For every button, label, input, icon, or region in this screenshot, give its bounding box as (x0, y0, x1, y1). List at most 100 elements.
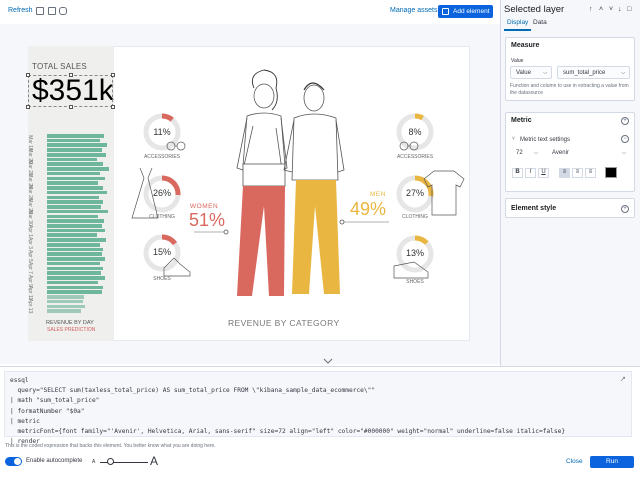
resize-handle[interactable] (26, 105, 30, 109)
revenue-bar (47, 257, 105, 261)
autocomplete-label: Enable autocomplete (26, 458, 83, 464)
revenue-bar (47, 285, 103, 290)
font-size-slider-thumb[interactable] (107, 458, 114, 465)
copy-icon[interactable]: □ (627, 6, 631, 13)
revenue-by-category-label: REVENUE BY CATEGORY (228, 318, 340, 328)
arrow-up-icon[interactable]: ↑ (589, 6, 593, 13)
add-element-label: Add element (453, 8, 490, 15)
total-sales-label[interactable]: TOTAL SALES (32, 62, 87, 71)
measure-help: Function and column to use in extracting… (510, 83, 629, 96)
align-left-button[interactable]: ≡ (559, 168, 570, 178)
revenue-bar (47, 295, 84, 299)
revenue-bar (47, 252, 102, 256)
expand-editor-icon[interactable]: ↗ (620, 375, 626, 383)
font-family-select[interactable]: Avenir ⌵ (547, 147, 630, 160)
resize-handle[interactable] (26, 73, 30, 77)
men-shoes-value: 13% (405, 248, 424, 258)
men-accessories-value: 8% (408, 127, 422, 137)
women-shoes-value: 15% (152, 247, 171, 257)
revenue-bar (47, 228, 105, 233)
column-select[interactable]: sum_total_price ⌵ (557, 66, 630, 79)
remove-text-settings-icon[interactable]: − (621, 135, 629, 143)
code-line: | math "sum_total_price" (10, 397, 100, 405)
revenue-bar (47, 186, 103, 190)
chevron-down-icon: ⌵ (543, 70, 547, 76)
value-select[interactable]: Value ⌵ (510, 66, 552, 79)
run-button[interactable]: Run (590, 456, 634, 468)
add-element-button[interactable]: Add element (438, 5, 493, 18)
revenue-bar (47, 224, 102, 228)
tab-display[interactable]: Display (507, 19, 528, 26)
revenue-bar (47, 209, 108, 214)
revenue-bar (47, 200, 103, 204)
view-options-icon[interactable] (48, 7, 56, 15)
men-label: MEN (370, 191, 386, 198)
chevron-up-icon[interactable]: ˄ (599, 6, 603, 13)
revenue-by-day-chart[interactable] (47, 134, 113, 314)
metric-title: Metric (511, 117, 532, 124)
underline-button[interactable]: U (538, 168, 549, 178)
sales-prediction-label: SALES PREDICTION (47, 327, 96, 333)
revenue-bar (47, 134, 104, 138)
align-right-button[interactable]: ≡ (585, 168, 596, 178)
add-metric-icon[interactable]: + (621, 117, 629, 125)
revenue-bar (47, 280, 98, 285)
revenue-bar (47, 205, 101, 209)
men-accessories-label: ACCESSORIES (396, 154, 434, 160)
font-size-big-label: A (150, 454, 159, 468)
chevron-down-icon[interactable]: ˅ (512, 136, 515, 142)
resize-handle[interactable] (69, 73, 73, 77)
measure-title: Measure (511, 42, 540, 49)
revenue-bar (47, 290, 102, 294)
revenue-bar (47, 138, 100, 143)
men-clothing-value: 27% (405, 188, 424, 198)
date-tick-label: Apr 13 (27, 298, 33, 313)
refresh-button[interactable]: Refresh (8, 7, 33, 14)
chevron-down-icon: ⌵ (621, 70, 625, 76)
men-clothing-label: CLOTHING (402, 214, 428, 220)
column-select-text: sum_total_price (563, 70, 606, 76)
align-center-button[interactable]: ≡ (572, 168, 583, 178)
revenue-by-day-label: REVENUE BY DAY (46, 320, 94, 326)
revenue-bar (47, 157, 97, 162)
revenue-bar (47, 167, 109, 171)
text-color-swatch[interactable] (605, 167, 617, 178)
autocomplete-toggle[interactable] (5, 457, 22, 466)
code-line: metricFont={font family="'Avenir', Helve… (10, 428, 566, 435)
collapse-editor-icon[interactable] (322, 357, 334, 365)
code-line: | metric (10, 417, 40, 425)
women-figure (236, 69, 288, 296)
women-accessories-label: ACCESSORIES (143, 154, 181, 160)
metric-text-settings[interactable]: Metric text settings (520, 137, 570, 143)
element-style-title: Element style (511, 205, 557, 212)
tab-data[interactable]: Data (533, 19, 547, 26)
close-button[interactable]: Close (566, 458, 583, 465)
selection-box[interactable] (26, 73, 115, 109)
bold-button[interactable]: B (512, 168, 523, 178)
men-shoes-label: SHOES (406, 279, 424, 285)
fullscreen-icon[interactable] (36, 7, 44, 15)
chevron-down-icon: ⌵ (622, 150, 626, 156)
resize-handle[interactable] (69, 105, 73, 109)
add-style-icon[interactable]: + (621, 205, 629, 213)
women-shoes-label: SHOES (153, 276, 171, 282)
date-axis: Mar 18 Mar 20 Mar 22 Mar 24 Mar 26 Mar 28 Mar … (26, 135, 40, 320)
manage-assets-button[interactable]: Manage assets (390, 7, 437, 14)
font-size-select[interactable]: 72 ⌵ (511, 147, 542, 160)
chevron-down-icon[interactable]: ˅ (609, 6, 613, 13)
share-icon[interactable] (59, 7, 67, 15)
women-clothing-value: 26% (152, 188, 171, 198)
women-label: WOMEN (190, 203, 219, 210)
code-line: | formatNumber "$0a" (10, 407, 85, 415)
italic-button[interactable]: I (525, 168, 536, 178)
revenue-bar (47, 162, 103, 166)
workpad-toolbar: Refresh Manage assets Add element (0, 0, 500, 24)
women-percent: 51% (189, 210, 226, 230)
revenue-bar (47, 190, 107, 195)
plus-icon (442, 8, 449, 15)
revenue-bar (47, 152, 106, 157)
arrow-down-icon[interactable]: ↓ (618, 6, 622, 13)
revenue-bar (47, 181, 98, 185)
revenue-bar (47, 148, 102, 152)
revenue-bar (47, 276, 105, 280)
